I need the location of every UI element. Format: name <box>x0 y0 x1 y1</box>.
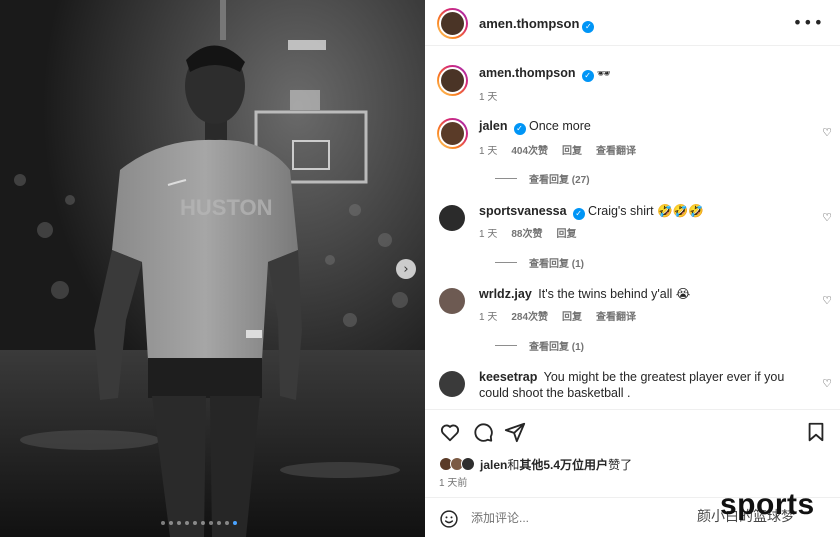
reply-button[interactable]: 回复 <box>562 308 582 323</box>
verified-badge-icon: ✓ <box>572 208 585 220</box>
carousel-dot[interactable] <box>201 521 205 525</box>
carousel-dot[interactable] <box>185 521 189 525</box>
carousel-dot[interactable] <box>233 521 237 525</box>
likes-summary[interactable]: jalen和其他5.4万位用户赞了 <box>439 455 632 473</box>
translate-button[interactable]: 查看翻译 <box>596 142 636 157</box>
comment-username[interactable]: jalen <box>479 119 508 133</box>
comment-text: keesetrap You might be the greatest play… <box>479 369 809 401</box>
carousel-dot[interactable] <box>193 521 197 525</box>
verified-badge-icon: ✓ <box>582 20 595 33</box>
comment-body: Craig's shirt 🤣🤣🤣 <box>588 204 704 218</box>
post-side-panel: amen.thompson ✓ ••• amen.thompson ✓ 🕶 1 天 … <box>425 0 840 537</box>
comment-meta: 1 天 404次赞 回复 查看翻译 <box>479 142 636 157</box>
carousel-dot[interactable] <box>169 521 173 525</box>
replies-divider <box>495 262 517 263</box>
commenter-avatar[interactable] <box>439 288 465 314</box>
comment-item: sportsvanessa ✓ Craig's shirt 🤣🤣🤣 ♡ 1 天 8… <box>439 203 834 273</box>
comment-body: Once more <box>528 119 591 133</box>
comment-item: keesetrap You might be the greatest play… <box>439 369 834 409</box>
view-replies-button[interactable]: 查看回复 (27) <box>495 171 590 186</box>
carousel-dot[interactable] <box>217 521 221 525</box>
caption-row: amen.thompson ✓ 🕶 1 天 <box>437 65 834 105</box>
commenter-avatar[interactable] <box>437 118 468 149</box>
post-photo[interactable]: HUSTON › <box>0 0 425 537</box>
author-avatar[interactable] <box>437 8 468 39</box>
svg-text:HUSTON: HUSTON <box>180 195 273 220</box>
likes-text[interactable]: jalen和其他5.4万位用户赞了 <box>480 456 632 473</box>
comment-meta: 1 天 284次赞 回复 查看翻译 <box>479 308 636 323</box>
comment-like-heart-icon[interactable]: ♡ <box>822 126 832 139</box>
carousel-dot[interactable] <box>225 521 229 525</box>
caption-username[interactable]: amen.thompson <box>479 66 576 80</box>
likes-first-user[interactable]: jalen <box>480 458 507 472</box>
comment-like-count[interactable]: 284次赞 <box>511 308 548 323</box>
liker-avatar <box>461 457 475 471</box>
comment-meta: 1 天 88次赞 回复 <box>479 225 576 240</box>
author-username[interactable]: amen.thompson <box>479 16 579 31</box>
post-timestamp[interactable]: 1 天前 <box>439 474 467 489</box>
carousel-dots <box>161 521 237 525</box>
replies-divider <box>495 178 517 179</box>
comment-like-heart-icon[interactable]: ♡ <box>822 377 832 390</box>
likes-others[interactable]: 其他5.4万位用户 <box>519 458 608 472</box>
sunglasses-emoji: 🕶 <box>597 67 611 80</box>
comment-time: 1 天 <box>479 146 498 157</box>
player-photo-illustration: HUSTON <box>0 0 425 537</box>
reply-button[interactable]: 回复 <box>562 142 582 157</box>
likes-suffix: 赞了 <box>608 457 633 472</box>
replies-divider <box>495 345 517 346</box>
commenter-avatar[interactable] <box>439 371 465 397</box>
carousel-next-button[interactable]: › <box>396 259 416 279</box>
carousel-dot[interactable] <box>209 521 213 525</box>
comment-username[interactable]: keesetrap <box>479 370 537 384</box>
view-replies-label: 查看回复 (27) <box>529 175 590 186</box>
comment-item: jalen ✓ Once more ♡ 1 天 404次赞 回复 查看翻译 查看回… <box>437 118 834 188</box>
view-replies-button[interactable]: 查看回复 (1) <box>495 338 584 353</box>
caption-time: 1 天 <box>479 92 498 103</box>
post-header: amen.thompson ✓ ••• <box>425 0 840 46</box>
author-name[interactable]: amen.thompson ✓ <box>479 15 595 33</box>
watermark-title: sports <box>720 488 815 521</box>
verified-badge-icon: ✓ <box>513 123 526 135</box>
post-actions-bar <box>425 409 840 453</box>
comment-like-count[interactable]: 404次赞 <box>511 142 548 157</box>
comment-like-heart-icon[interactable]: ♡ <box>822 211 832 224</box>
comment-time: 1 天 <box>479 312 498 323</box>
comment-text: jalen ✓ Once more <box>479 118 809 135</box>
comment-text: sportsvanessa ✓ Craig's shirt 🤣🤣🤣 <box>479 203 809 220</box>
add-comment-input[interactable] <box>471 508 671 528</box>
chevron-right-icon: › <box>403 261 409 277</box>
comment-time: 1 天 <box>479 229 498 240</box>
view-replies-label: 查看回复 (1) <box>529 342 584 353</box>
carousel-dot[interactable] <box>177 521 181 525</box>
comments-list[interactable]: amen.thompson ✓ 🕶 1 天 jalen ✓ Once more ♡ … <box>425 47 840 409</box>
view-replies-label: 查看回复 (1) <box>529 259 584 270</box>
comment-item: wrldz.jay It's the twins behind y'all 😭 … <box>439 286 834 356</box>
carousel-dot[interactable] <box>161 521 165 525</box>
caption-meta: 1 天 <box>479 88 497 103</box>
smile-icon[interactable] <box>439 509 459 529</box>
caption-avatar[interactable] <box>437 65 468 96</box>
bookmark-icon[interactable] <box>805 421 827 443</box>
view-replies-button[interactable]: 查看回复 (1) <box>495 255 584 270</box>
translate-button[interactable]: 查看翻译 <box>596 308 636 323</box>
send-icon[interactable] <box>504 421 526 443</box>
comment-body: It's the twins behind y'all 😭 <box>538 287 691 301</box>
verified-badge-icon: ✓ <box>581 70 594 82</box>
caption-text: amen.thompson ✓ 🕶 <box>479 65 809 82</box>
comment-username[interactable]: sportsvanessa <box>479 204 567 218</box>
comment-icon[interactable] <box>472 421 494 443</box>
heart-icon[interactable] <box>439 421 461 443</box>
comment-like-heart-icon[interactable]: ♡ <box>822 294 832 307</box>
reply-button[interactable]: 回复 <box>556 225 576 240</box>
commenter-avatar[interactable] <box>439 205 465 231</box>
likes-connector: 和 <box>507 457 520 472</box>
comment-username[interactable]: wrldz.jay <box>479 287 532 301</box>
more-options-icon[interactable]: ••• <box>793 13 824 32</box>
comment-like-count[interactable]: 88次赞 <box>511 225 542 240</box>
comment-text: wrldz.jay It's the twins behind y'all 😭 <box>479 286 809 302</box>
